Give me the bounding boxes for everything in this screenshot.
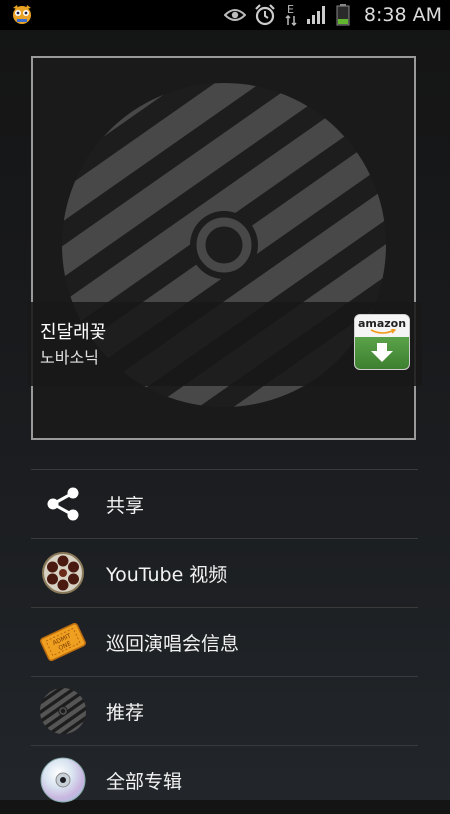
menu-item-label: 推荐 [106, 701, 145, 724]
alarm-clock-icon [255, 4, 275, 26]
app-mascot-icon[interactable] [10, 4, 34, 26]
menu-item-label: 巡回演唱会信息 [106, 632, 240, 655]
artist-name: 노바소닉 [40, 348, 99, 367]
now-playing-info: 진달래꽃 노바소닉 amazon [28, 302, 422, 386]
menu-item-label: 共享 [106, 494, 145, 517]
menu-item-youtube[interactable]: YouTube 视频 [31, 538, 418, 607]
status-time: 8:38 AM [363, 4, 442, 26]
svg-text:E: E [287, 3, 294, 16]
menu-item-share[interactable]: 共享 [31, 469, 418, 538]
signal-icon [306, 6, 325, 24]
film-reel-icon [39, 549, 87, 597]
options-menu: 共享 YouTube 视频 ADMIT ONE 巡回演唱会信息 推荐 全部专辑 [31, 469, 418, 814]
song-title: 진달래꽃 [40, 322, 107, 343]
menu-item-all-albums[interactable]: 全部专辑 [31, 745, 418, 814]
cd-icon [39, 756, 87, 804]
battery-icon [336, 4, 350, 26]
striped-disc-icon [39, 687, 87, 735]
menu-item-tour-info[interactable]: ADMIT ONE 巡回演唱会信息 [31, 607, 418, 676]
menu-item-label: YouTube 视频 [106, 563, 228, 586]
eye-icon [223, 9, 246, 21]
menu-item-label: 全部专辑 [106, 770, 183, 793]
admit-one-ticket-icon: ADMIT ONE [39, 618, 87, 666]
amazon-download-button[interactable]: amazon [354, 314, 410, 370]
menu-item-recommend[interactable]: 推荐 [31, 676, 418, 745]
status-bar: E 8:38 AM [0, 0, 450, 30]
download-arrow-icon [371, 343, 393, 362]
amazon-smile-icon [370, 329, 396, 334]
data-e-icon: E [285, 3, 297, 27]
share-icon [39, 480, 87, 528]
